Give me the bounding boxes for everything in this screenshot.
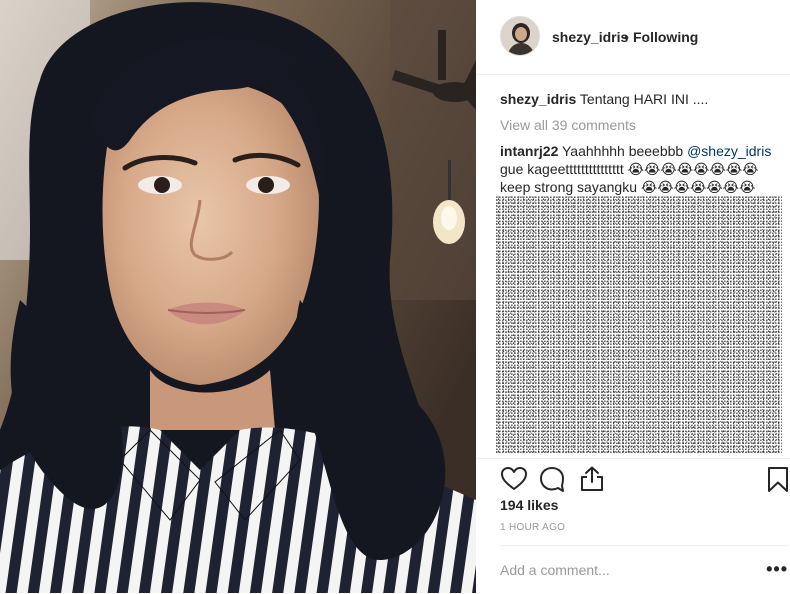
view-all-comments-link[interactable]: View all 39 comments — [500, 117, 636, 133]
separator-dot: • — [624, 29, 629, 45]
bookmark-icon[interactable] — [764, 465, 790, 493]
comment-text: Yaahhhhh beeebbb — [558, 143, 688, 159]
redacted-comments-area — [496, 196, 782, 454]
likes-count[interactable]: 194 likes — [500, 497, 558, 513]
post-sidebar: shezy_idris • Following shezy_idris Tent… — [476, 0, 790, 593]
comment-icon[interactable] — [538, 465, 566, 493]
comment-item: intanrj22 Yaahhhhh beeebbb @shezy_idris … — [500, 142, 780, 196]
comment-line-2: gue kageettttttttttttttt 😭😭😭😭😭😭😭😭 — [500, 161, 759, 177]
post-header: shezy_idris • Following — [476, 0, 790, 75]
avatar[interactable] — [500, 16, 540, 56]
add-comment-input[interactable] — [500, 558, 740, 582]
add-comment-bar: ••• — [500, 545, 788, 594]
more-options-icon[interactable]: ••• — [766, 560, 788, 578]
post-photo[interactable] — [0, 0, 476, 593]
action-bar — [476, 458, 790, 499]
comment-line-3: keep strong sayangku 😭😭😭😭😭😭😭 — [500, 179, 756, 195]
comment-username[interactable]: intanrj22 — [500, 143, 558, 159]
heart-icon[interactable] — [500, 465, 528, 493]
following-button[interactable]: Following — [633, 29, 698, 45]
timestamp[interactable]: 1 HOUR AGO — [500, 522, 565, 533]
header-username[interactable]: shezy_idris — [552, 29, 628, 45]
post-caption: shezy_idris Tentang HARI INI .... — [500, 90, 780, 108]
selfie-image — [0, 0, 476, 593]
caption-username[interactable]: shezy_idris — [500, 91, 576, 107]
instagram-post: shezy_idris • Following shezy_idris Tent… — [0, 0, 790, 593]
caption-text: Tentang HARI INI .... — [576, 91, 709, 107]
comment-mention-link[interactable]: @shezy_idris — [687, 143, 771, 159]
share-icon[interactable] — [578, 465, 606, 493]
avatar-image — [501, 17, 539, 55]
